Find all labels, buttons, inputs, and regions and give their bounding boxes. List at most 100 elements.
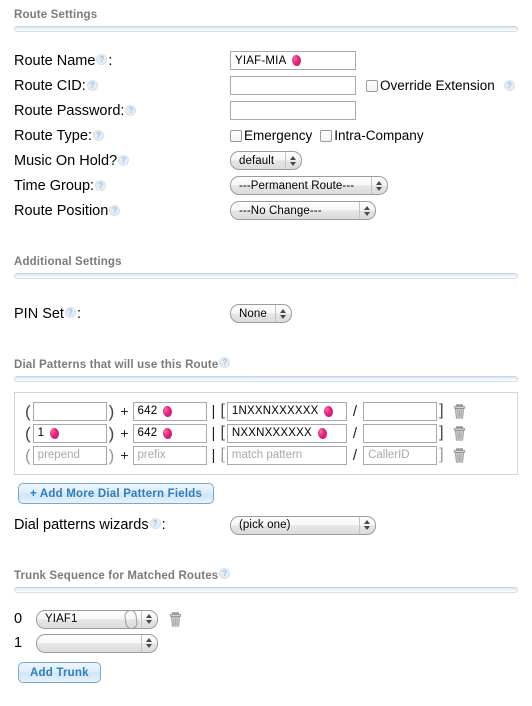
label-route-position: Route Position? — [14, 203, 230, 219]
credential-marker-icon — [124, 609, 139, 629]
override-extension-checkbox-wrap[interactable]: Override Extension — [366, 78, 495, 93]
delete-row-trash-icon[interactable] — [453, 404, 466, 419]
trunk-select[interactable] — [36, 634, 158, 653]
route-position-select[interactable]: ---No Change--- — [230, 201, 376, 220]
label-dial-patterns-wizards: Dial patterns wizards?: — [14, 517, 230, 533]
chevron-updown-icon[interactable] — [285, 152, 299, 169]
callerid-input[interactable] — [363, 402, 437, 421]
prepend-placeholder: prepend — [38, 449, 80, 461]
help-icon[interactable]: ? — [95, 180, 106, 191]
help-icon[interactable]: ? — [93, 130, 104, 141]
control-route-type: Emergency Intra-Company — [230, 128, 518, 143]
callerid-input[interactable] — [363, 424, 437, 443]
prefix-value: 642 — [138, 427, 158, 439]
trunk-index: 1 — [14, 635, 36, 651]
section-header-dial-patterns: Dial Patterns that will use this Route? — [0, 356, 532, 375]
delete-row-trash-icon[interactable] — [453, 426, 466, 441]
route-name-input[interactable]: YIAF-MIA — [230, 51, 356, 70]
credential-marker-icon — [292, 54, 302, 66]
prepend-input[interactable]: 1 — [33, 424, 107, 443]
music-on-hold-select[interactable]: default — [230, 151, 302, 170]
intra-company-checkbox[interactable] — [320, 130, 332, 142]
chevron-updown-icon[interactable] — [141, 611, 155, 628]
pipe-symbol: | — [207, 403, 219, 420]
control-pin-set: None — [230, 304, 518, 323]
pipe-symbol: | — [207, 447, 219, 464]
add-more-dial-pattern-fields-button[interactable]: + Add More Dial Pattern Fields — [18, 483, 214, 504]
label-text: Dial patterns wizards — [14, 517, 149, 533]
callerid-input[interactable]: CallerID — [363, 446, 437, 465]
route-cid-input[interactable] — [230, 76, 356, 95]
dial-pattern-row: ( prepend ) + prefix | [ match pattern /… — [23, 444, 509, 466]
chevron-updown-icon[interactable] — [371, 177, 385, 194]
trunk-row: 1 — [14, 631, 518, 655]
override-extension-checkbox[interactable] — [366, 80, 378, 92]
colon: : — [162, 517, 166, 533]
label-pin-set: PIN Set?: — [14, 306, 230, 322]
label-text: Route CID: — [14, 78, 86, 94]
prefix-placeholder: prefix — [138, 449, 166, 461]
chevron-updown-icon[interactable] — [359, 517, 373, 534]
pipe-symbol: | — [207, 425, 219, 442]
slash-symbol: / — [347, 447, 363, 464]
dial-patterns-box: ( ) + 642 | [ 1NXXNXXXXXX / ] — [14, 392, 518, 475]
delete-trunk-trash-icon[interactable] — [169, 612, 182, 627]
pin-set-select[interactable]: None — [230, 304, 292, 323]
prefix-input[interactable]: prefix — [133, 446, 207, 465]
help-icon[interactable]: ? — [109, 205, 120, 216]
label-music-on-hold: Music On Hold?? — [14, 153, 230, 169]
label-text: PIN Set — [14, 306, 64, 322]
override-extension-label: Override Extension — [380, 78, 495, 93]
help-icon[interactable]: ? — [96, 54, 107, 65]
label-text: Music On Hold? — [14, 153, 117, 169]
help-icon[interactable]: ? — [504, 80, 515, 91]
help-icon[interactable]: ? — [219, 357, 230, 368]
credential-marker-icon — [163, 405, 173, 417]
open-bracket: [ — [218, 402, 226, 420]
credential-marker-icon — [317, 427, 327, 439]
help-icon[interactable]: ? — [125, 105, 136, 116]
credential-marker-icon — [324, 405, 334, 417]
close-bracket: ] — [437, 402, 445, 420]
dial-patterns-wizards-select[interactable]: (pick one) — [230, 516, 376, 535]
field-row-route-type: Route Type:? Emergency Intra-Company — [14, 123, 518, 148]
help-icon[interactable]: ? — [219, 568, 230, 579]
match-pattern-input[interactable]: 1NXXNXXXXXX — [227, 402, 347, 421]
section-divider — [14, 376, 518, 382]
prepend-input[interactable]: prepend — [33, 446, 107, 465]
close-paren: ) — [107, 447, 117, 464]
help-icon[interactable]: ? — [87, 80, 98, 91]
open-bracket: [ — [218, 424, 226, 442]
help-icon[interactable]: ? — [118, 155, 129, 166]
field-row-route-cid: Route CID:? Override Extension ? — [14, 73, 518, 98]
chevron-updown-icon[interactable] — [275, 305, 289, 322]
time-group-select[interactable]: ---Permanent Route--- — [230, 176, 388, 195]
route-password-input[interactable] — [230, 101, 356, 120]
delete-row-trash-icon[interactable] — [453, 448, 466, 463]
emergency-checkbox[interactable] — [230, 130, 242, 142]
match-pattern-placeholder: match pattern — [232, 449, 302, 461]
chevron-updown-icon[interactable] — [141, 635, 155, 652]
section-header-route-settings: Route Settings — [0, 6, 532, 25]
chevron-updown-icon[interactable] — [359, 202, 373, 219]
match-pattern-input[interactable]: NXXNXXXXXX — [227, 424, 347, 443]
trunk-select[interactable]: YIAF1 — [36, 610, 158, 629]
help-icon[interactable]: ? — [65, 307, 76, 318]
section-divider — [14, 587, 518, 593]
control-route-password — [230, 101, 518, 120]
prefix-input[interactable]: 642 — [133, 424, 207, 443]
prepend-value: 1 — [38, 427, 45, 439]
music-on-hold-value: default — [239, 155, 281, 167]
match-pattern-input[interactable]: match pattern — [227, 446, 347, 465]
close-paren: ) — [107, 425, 117, 442]
help-icon[interactable]: ? — [150, 518, 161, 529]
section-title: Trunk Sequence for Matched Routes — [14, 570, 218, 582]
open-paren: ( — [23, 425, 33, 442]
add-trunk-button[interactable]: Add Trunk — [18, 662, 101, 683]
intra-company-checkbox-wrap[interactable]: Intra-Company — [320, 128, 423, 143]
prefix-input[interactable]: 642 — [133, 402, 207, 421]
prefix-value: 642 — [138, 405, 158, 417]
prepend-input[interactable] — [33, 402, 107, 421]
close-paren: ) — [107, 403, 117, 420]
emergency-checkbox-wrap[interactable]: Emergency — [230, 128, 312, 143]
